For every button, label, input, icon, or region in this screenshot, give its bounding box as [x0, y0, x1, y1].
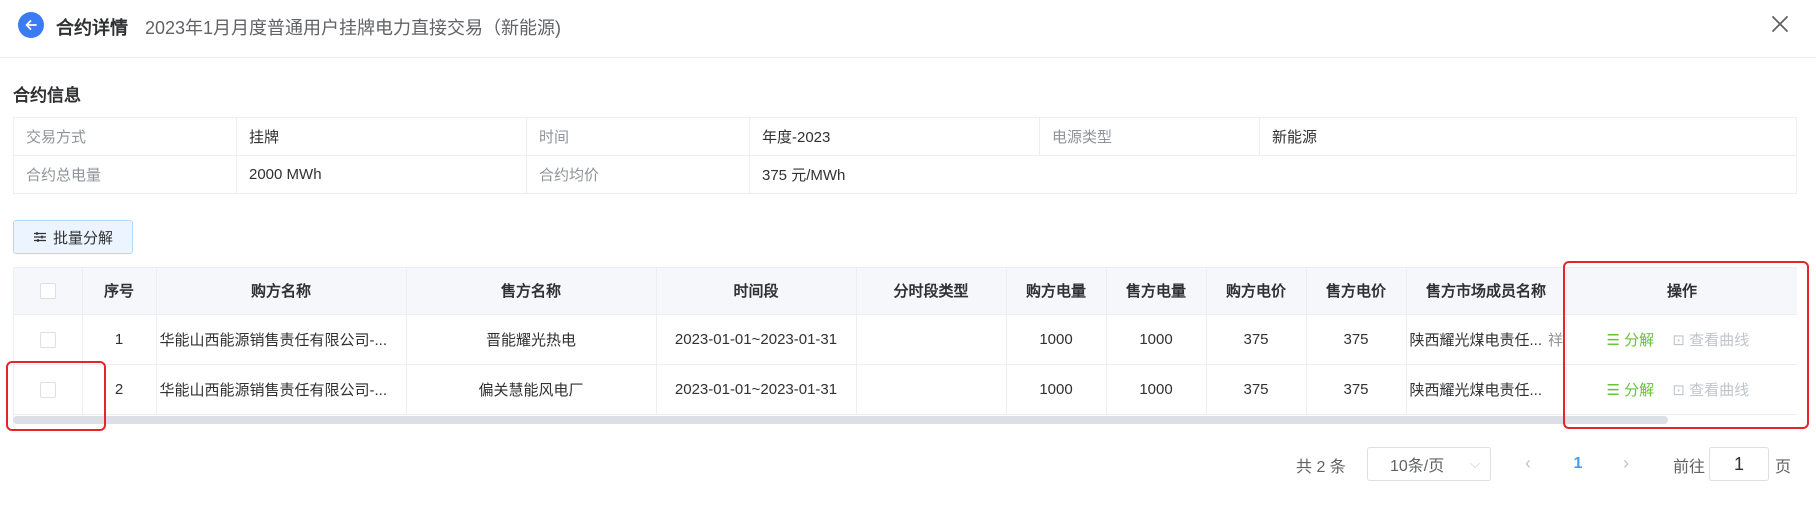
select-all-checkbox[interactable]: [39, 283, 56, 300]
info-value: 年度-2023: [749, 117, 1040, 156]
row-select-cell[interactable]: [14, 314, 83, 365]
column-header: 购方电价: [1206, 268, 1307, 315]
info-value: 新能源: [1259, 117, 1797, 156]
select-all-cell[interactable]: [14, 268, 83, 315]
cell-seller: 晋能耀光热电: [406, 314, 657, 365]
view-curve-button[interactable]: ⊡ 查看曲线: [1672, 382, 1749, 399]
row-checkbox[interactable]: [39, 331, 56, 348]
info-value: 2000 MWh: [236, 155, 527, 194]
info-label: 合约总电量: [13, 155, 237, 194]
page-size-value: 10条/页: [1390, 458, 1445, 475]
split-button[interactable]: ☰ 分解: [1607, 332, 1655, 349]
view-curve-label: 查看曲线: [1689, 331, 1750, 349]
column-header: 购方电量: [1006, 268, 1107, 315]
cell-period: 2023-01-01~2023-01-31: [656, 364, 857, 415]
goto-label: 前往: [1673, 459, 1706, 476]
seller-member-text: 陕西耀光煤电责任...: [1409, 331, 1543, 349]
cell-actions: ☰ 分解 ⊡ 查看曲线: [1566, 314, 1797, 365]
column-header: 售方市场成员名称: [1406, 268, 1567, 315]
prev-page-icon[interactable]: ‹: [1518, 453, 1538, 477]
back-arrow-icon[interactable]: [18, 12, 44, 38]
split-button[interactable]: ☰ 分解: [1607, 382, 1655, 399]
view-curve-label: 查看曲线: [1689, 381, 1750, 399]
cell-index: 1: [82, 314, 157, 365]
column-header: 购方名称: [156, 268, 407, 315]
cell-tou-type: [856, 364, 1007, 415]
cell-buyer: 华能山西能源销售责任有限公司-...: [156, 314, 407, 365]
contract-name: 2023年1月月度普通用户挂牌电力直接交易（新能源): [145, 18, 562, 38]
info-value: 挂牌: [236, 117, 527, 156]
cell-index: 2: [82, 364, 157, 415]
info-label: 时间: [526, 117, 750, 156]
dialog-title: 合约详情: [56, 18, 128, 38]
column-header: 售方电价: [1306, 268, 1407, 315]
row-select-cell[interactable]: [14, 364, 83, 415]
page-size-select[interactable]: 10条/页 ⌵: [1367, 447, 1491, 481]
dialog-header: 合约详情 2023年1月月度普通用户挂牌电力直接交易（新能源): [0, 0, 1816, 58]
cell-buy-qty: 1000: [1006, 314, 1107, 365]
cell-buy-price: 375: [1206, 314, 1307, 365]
next-page-icon[interactable]: ›: [1616, 453, 1636, 477]
info-value: 375 元/MWh: [749, 155, 1797, 194]
column-header: 序号: [82, 268, 157, 315]
split-label: 分解: [1624, 381, 1655, 399]
horizontal-scrollbar[interactable]: [13, 414, 1797, 424]
batch-split-label: 批量分解: [52, 229, 113, 247]
info-label: 合约均价: [526, 155, 750, 194]
cell-sell-price: 375: [1306, 364, 1407, 415]
contract-info-table: 交易方式 挂牌 时间 年度-2023 电源类型 新能源 合约总电量 2000 M…: [13, 117, 1797, 194]
cell-seller: 偏关慧能风电厂: [406, 364, 657, 415]
column-header: 时间段: [656, 268, 857, 315]
chevron-down-icon: ⌵: [1470, 456, 1480, 471]
cell-sell-qty: 1000: [1106, 364, 1207, 415]
cell-seller-member: 陕西耀光煤电责任...: [1406, 364, 1567, 415]
contract-table: 序号 购方名称 售方名称 时间段 分时段类型 购方电量 售方电量 购方电价 售方…: [13, 267, 1797, 427]
pagination-total: 共 2 条: [1296, 459, 1346, 476]
close-icon[interactable]: [1766, 10, 1794, 38]
view-curve-button[interactable]: ⊡ 查看曲线: [1672, 332, 1749, 349]
sliders-icon: [33, 232, 46, 242]
column-header: 操作: [1566, 268, 1797, 315]
page-number[interactable]: 1: [1566, 455, 1590, 473]
overflow-char: 祥: [1548, 331, 1564, 349]
section-title: 合约信息: [13, 86, 81, 105]
split-label: 分解: [1624, 331, 1655, 349]
column-header: 分时段类型: [856, 268, 1007, 315]
table-header-row: 序号 购方名称 售方名称 时间段 分时段类型 购方电量 售方电量 购方电价 售方…: [14, 268, 1797, 315]
cell-tou-type: [856, 314, 1007, 365]
cell-actions: ☰ 分解 ⊡ 查看曲线: [1566, 364, 1797, 415]
info-row: 交易方式 挂牌 时间 年度-2023 电源类型 新能源: [13, 117, 1797, 156]
info-label: 交易方式: [13, 117, 237, 156]
table-row: 1 华能山西能源销售责任有限公司-... 晋能耀光热电 2023-01-01~2…: [14, 314, 1797, 365]
cell-buy-qty: 1000: [1006, 364, 1107, 415]
cell-buy-price: 375: [1206, 364, 1307, 415]
row-checkbox[interactable]: [39, 381, 56, 398]
cell-sell-qty: 1000: [1106, 314, 1207, 365]
batch-split-button[interactable]: 批量分解: [13, 220, 133, 254]
cell-period: 2023-01-01~2023-01-31: [656, 314, 857, 365]
goto-page-input[interactable]: [1709, 447, 1769, 481]
info-label: 电源类型: [1039, 117, 1260, 156]
column-header: 售方电量: [1106, 268, 1207, 315]
info-row: 合约总电量 2000 MWh 合约均价 375 元/MWh: [13, 155, 1797, 194]
page-suffix-label: 页: [1775, 459, 1792, 476]
cell-seller-member: 陕西耀光煤电责任... 祥: [1406, 314, 1567, 365]
column-header: 售方名称: [406, 268, 657, 315]
cell-buyer: 华能山西能源销售责任有限公司-...: [156, 364, 407, 415]
cell-sell-price: 375: [1306, 314, 1407, 365]
scrollbar-thumb[interactable]: [13, 416, 1668, 424]
table-row: 2 华能山西能源销售责任有限公司-... 偏关慧能风电厂 2023-01-01~…: [14, 364, 1797, 415]
